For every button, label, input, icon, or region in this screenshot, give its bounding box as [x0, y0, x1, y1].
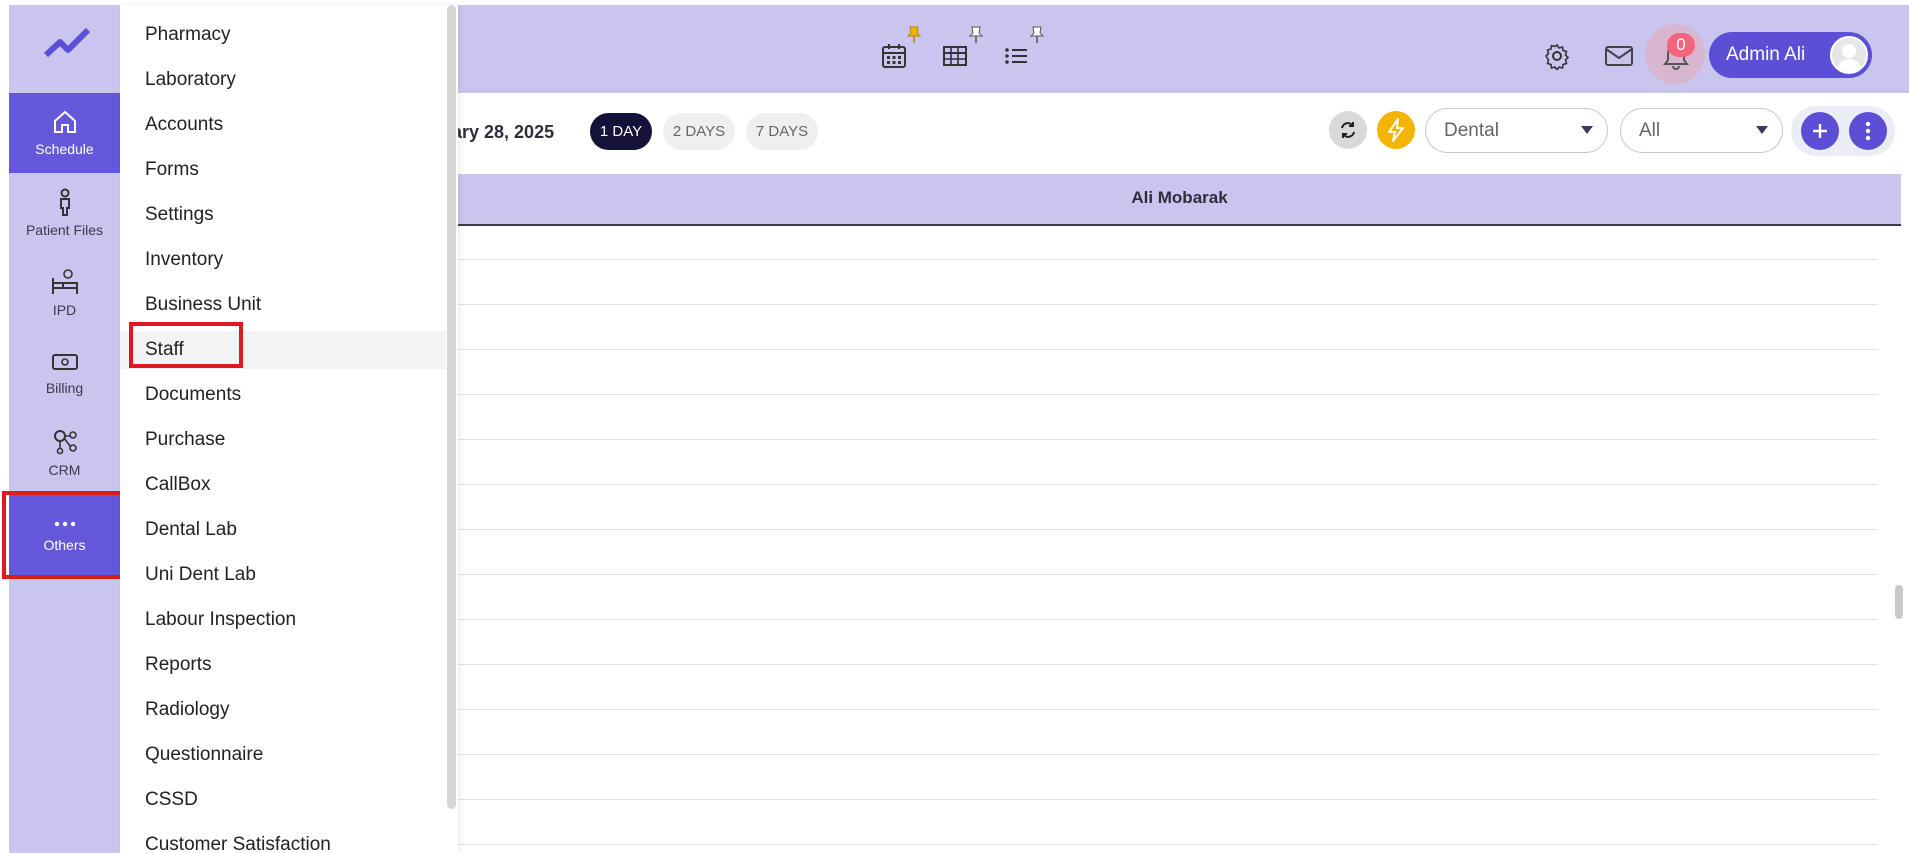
network-icon [53, 430, 77, 455]
grid-row-line [458, 664, 1878, 665]
others-dropdown-menu: Pharmacy Laboratory Accounts Forms Settings I… [120, 5, 458, 853]
plus-icon [1813, 124, 1827, 138]
menu-item-accounts[interactable]: Accounts [120, 106, 446, 144]
menu-scrollbar[interactable] [447, 5, 456, 809]
rail-item-label: Patient Files [25, 222, 104, 238]
menu-item-pharmacy[interactable]: Pharmacy [120, 16, 446, 54]
menu-item-labour-inspection[interactable]: Labour Inspection [120, 601, 446, 639]
grid-row-line [458, 529, 1878, 530]
menu-item-business-unit[interactable]: Business Unit [120, 286, 446, 324]
menu-item-reports[interactable]: Reports [120, 646, 446, 684]
menu-item-customer-satisfaction[interactable]: Customer Satisfaction [120, 826, 446, 853]
range-7-days-button[interactable]: 7 DAYS [746, 113, 818, 150]
add-button[interactable] [1801, 112, 1839, 150]
staff-highlight-box [129, 322, 243, 368]
menu-item-forms[interactable]: Forms [120, 151, 446, 189]
grid-row-line [458, 394, 1878, 395]
pin-icon[interactable] [969, 26, 983, 44]
app-window: 0 Admin Ali Schedule Patient Files IPD B… [0, 0, 1909, 853]
menu-item-radiology[interactable]: Radiology [120, 691, 446, 729]
rail-item-label: CRM [48, 462, 81, 478]
more-options-button[interactable] [1849, 112, 1887, 150]
others-highlight-box [2, 491, 126, 579]
grid-row-line [458, 259, 1878, 260]
menu-item-laboratory[interactable]: Laboratory [120, 61, 446, 99]
notification-badge: 0 [1667, 33, 1695, 57]
department-select-value: Dental [1444, 119, 1499, 141]
grid-row-line [458, 484, 1878, 485]
home-icon [53, 110, 76, 133]
rail-item-schedule[interactable]: Schedule [9, 93, 120, 173]
menu-item-inventory[interactable]: Inventory [120, 241, 446, 279]
rail-item-label: Billing [45, 380, 84, 396]
rail-item-label: Schedule [35, 141, 94, 157]
quick-action-button[interactable] [1377, 111, 1415, 149]
rail-item-billing[interactable]: Billing [9, 333, 120, 413]
chevron-down-icon [1756, 126, 1768, 134]
filter-select-value: All [1639, 119, 1661, 141]
grid-row-line [458, 619, 1878, 620]
menu-item-purchase[interactable]: Purchase [120, 421, 446, 459]
lightning-icon [1388, 118, 1404, 142]
mail-icon[interactable] [1604, 44, 1634, 68]
scrollbar[interactable] [1895, 585, 1903, 619]
menu-item-settings[interactable]: Settings [120, 196, 446, 234]
rail-item-label: IPD [52, 302, 77, 318]
department-select[interactable]: Dental [1425, 108, 1608, 153]
grid-row-line [458, 439, 1878, 440]
menu-item-questionnaire[interactable]: Questionnaire [120, 736, 446, 774]
menu-item-dental-lab[interactable]: Dental Lab [120, 511, 446, 549]
grid-row-line [458, 754, 1878, 755]
range-1-day-button[interactable]: 1 DAY [590, 113, 652, 150]
filter-select[interactable]: All [1620, 108, 1783, 153]
grid-row-line [458, 844, 1878, 845]
user-menu-button[interactable]: Admin Ali [1709, 32, 1872, 78]
menu-item-callbox[interactable]: CallBox [120, 466, 446, 504]
rail-item-patient-files[interactable]: Patient Files [9, 173, 120, 253]
menu-item-cssd[interactable]: CSSD [120, 781, 446, 819]
person-icon [59, 188, 70, 216]
menu-item-documents[interactable]: Documents [120, 376, 446, 414]
chevron-down-icon [1581, 126, 1593, 134]
calendar-icon[interactable] [880, 42, 908, 70]
refresh-button[interactable] [1329, 111, 1367, 149]
provider-column-header: Ali Mobarak [458, 174, 1901, 226]
kebab-icon [1865, 121, 1871, 141]
avatar-silhouette-icon [1836, 44, 1862, 72]
left-nav-rail: Schedule Patient Files IPD Billing CRM O… [9, 5, 120, 853]
menu-item-uni-dent-lab[interactable]: Uni Dent Lab [120, 556, 446, 594]
gear-icon[interactable] [1543, 42, 1571, 70]
money-icon [51, 354, 78, 370]
avatar [1830, 36, 1868, 74]
list-icon[interactable] [1002, 42, 1030, 70]
logo-icon [44, 27, 90, 58]
bed-icon [51, 269, 78, 294]
refresh-icon [1341, 122, 1355, 138]
pin-icon[interactable] [1030, 26, 1044, 44]
grid-row-line [458, 304, 1878, 305]
grid-row-line [458, 709, 1878, 710]
grid-row-line [458, 799, 1878, 800]
rail-item-ipd[interactable]: IPD [9, 253, 120, 333]
provider-name: Ali Mobarak [1131, 188, 1228, 207]
user-name: Admin Ali [1726, 44, 1806, 65]
pin-icon[interactable] [907, 26, 921, 44]
rail-item-crm[interactable]: CRM [9, 413, 120, 493]
table-icon[interactable] [941, 42, 969, 70]
grid-row-line [458, 574, 1878, 575]
range-2-days-button[interactable]: 2 DAYS [663, 113, 735, 150]
grid-row-line [458, 349, 1878, 350]
